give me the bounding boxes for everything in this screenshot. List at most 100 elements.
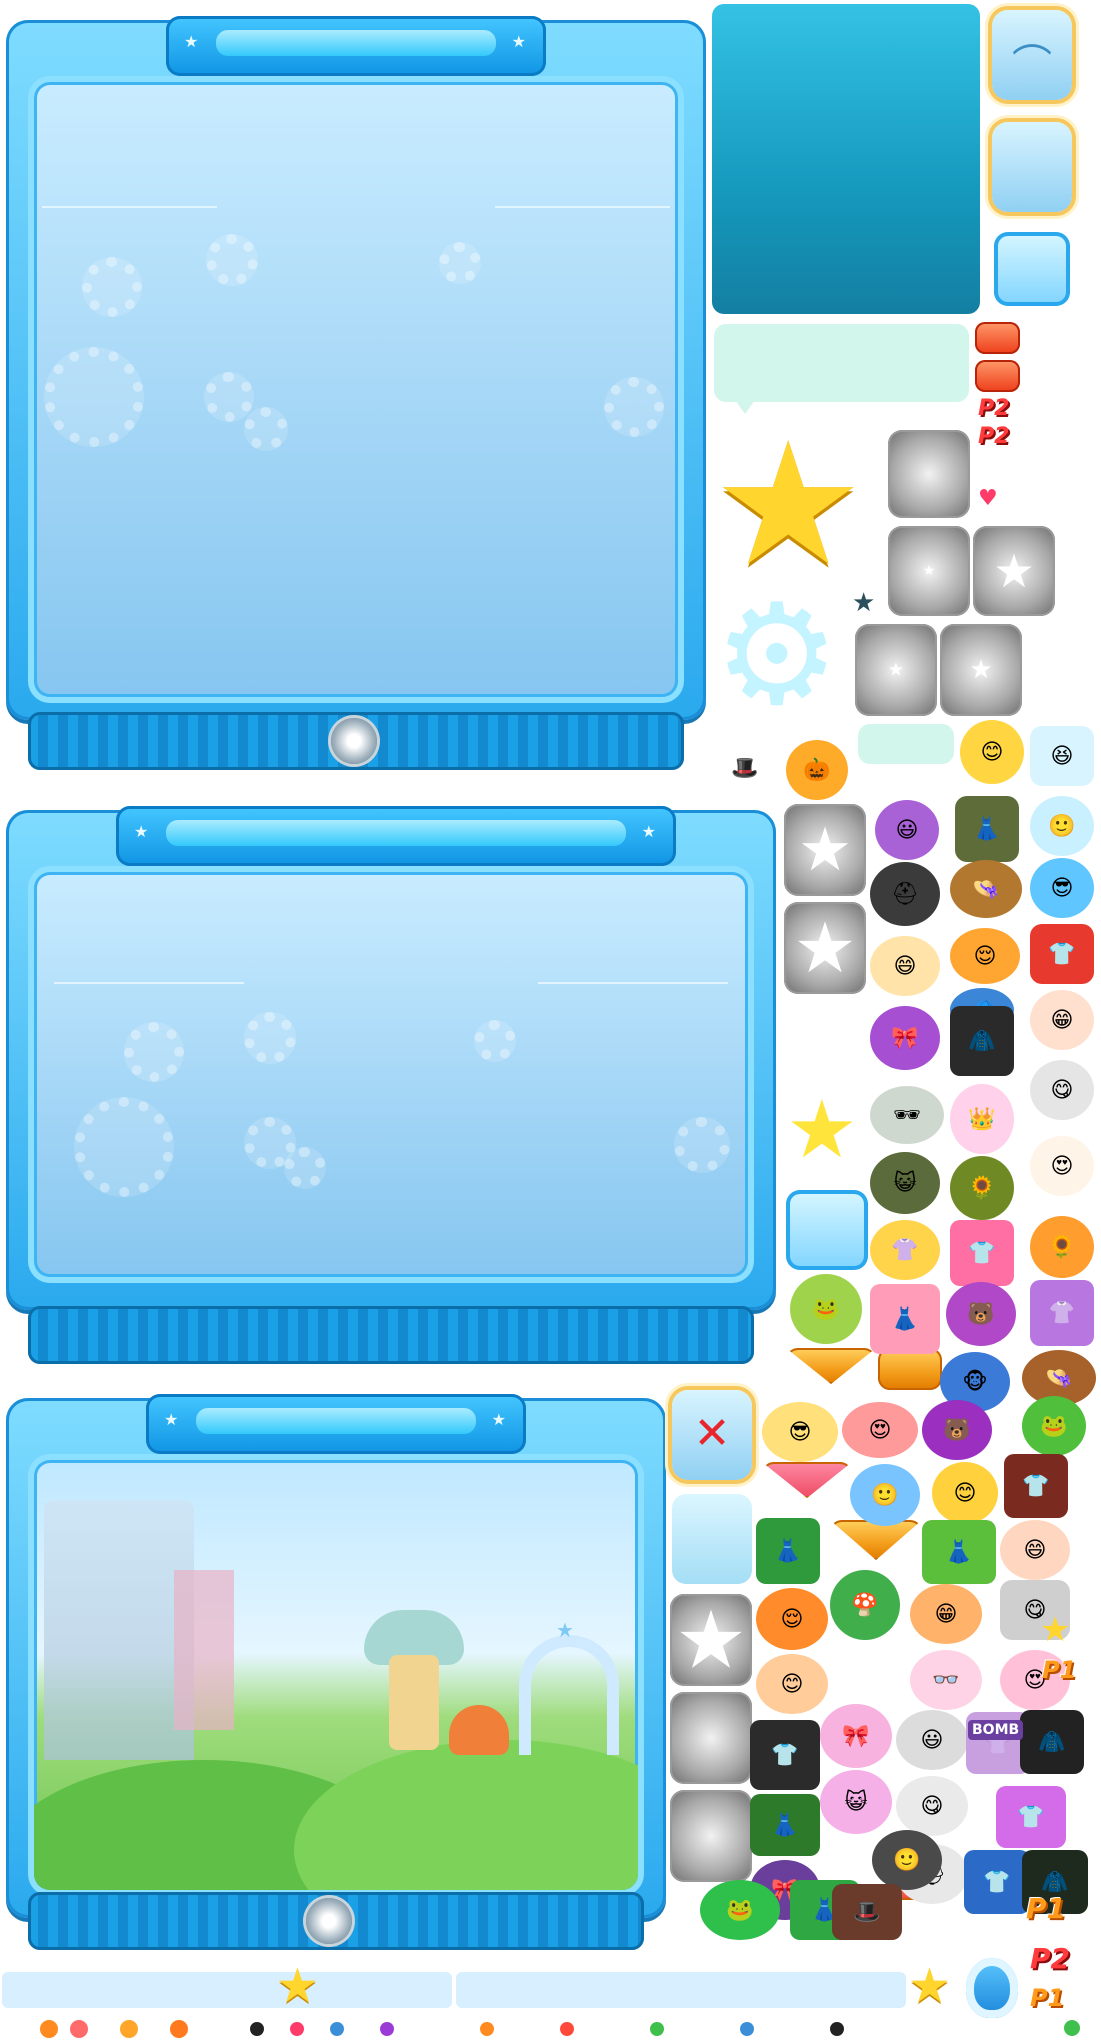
avatar-part[interactable]: 👒	[950, 860, 1022, 918]
panel-footer-bar	[28, 1306, 754, 1364]
palette-dot	[1064, 2020, 1080, 2036]
avatar-part[interactable]: 👗	[955, 796, 1019, 862]
avatar-part[interactable]: 🙂	[1030, 796, 1094, 856]
avatar-part[interactable]: 😌	[950, 928, 1020, 984]
avatar-part[interactable]: 👗	[756, 1518, 820, 1584]
green-hill	[294, 1740, 638, 1890]
avatar-part[interactable]: 🎩	[832, 1884, 902, 1940]
palette-dot	[650, 2022, 664, 2036]
gear-knob-icon[interactable]	[306, 1898, 352, 1944]
red-pill-button[interactable]	[975, 322, 1020, 354]
avatar-part[interactable]: 😎	[1030, 858, 1094, 918]
scenery-screen: ★	[34, 1460, 638, 1890]
avatar-part[interactable]: 🐻	[922, 1400, 992, 1460]
palette-dot	[830, 2022, 844, 2036]
progress-bar-track	[2, 1972, 452, 2008]
avatar-part[interactable]: 😊	[756, 1654, 828, 1714]
castle-illustration	[44, 1500, 194, 1760]
avatar-part-grid: 🎩 🎃 😊 😆 😃 👗 🙂 ⛑ 👒 😎 😌 👕 😄 🧢 😁 🎀 🧥 😋 🕶 👑 …	[700, 700, 1098, 1940]
wardrobe-button[interactable]: ⌒	[992, 10, 1072, 100]
avatar-part[interactable]: 🌻	[950, 1156, 1014, 1220]
palette-dot	[380, 2022, 394, 2036]
red-pill-button[interactable]	[975, 360, 1020, 392]
gear-knob-icon[interactable]	[331, 718, 377, 764]
avatar-part[interactable]: 🙂	[872, 1830, 942, 1890]
gray-star-tile[interactable]: ★	[888, 526, 970, 616]
star-icon: ★	[641, 822, 658, 841]
avatar-part[interactable]: 👚	[870, 1220, 940, 1280]
avatar-part[interactable]: 🌻	[1030, 1216, 1094, 1278]
panel-header-bar: ★ ★	[166, 16, 546, 76]
star-icon: ★	[491, 1410, 508, 1429]
avatar-part[interactable]: 😄	[870, 936, 940, 996]
avatar-part[interactable]: 🧥	[1020, 1710, 1084, 1774]
palette-dot	[740, 2022, 754, 2036]
gray-tile[interactable]	[888, 430, 970, 518]
star-icon: ★	[556, 1618, 574, 1642]
gear-icon	[204, 372, 254, 422]
avatar-part[interactable]: 👕	[750, 1720, 820, 1790]
avatar-part[interactable]: 😊	[932, 1462, 998, 1524]
avatar-part[interactable]: 😁	[1030, 990, 1094, 1050]
avatar-part[interactable]: 😄	[1000, 1520, 1070, 1580]
palette-dot	[170, 2020, 188, 2038]
p2-label: P2	[978, 424, 1010, 449]
avatar-part[interactable]: 🎀	[820, 1704, 892, 1768]
palette-dot	[480, 2022, 494, 2036]
avatar-part[interactable]: 😍	[1030, 1136, 1094, 1196]
avatar-part[interactable]: 🐸	[700, 1880, 780, 1940]
avatar-part[interactable]: 🙂	[850, 1464, 920, 1526]
avatar-part[interactable]: 😁	[910, 1584, 982, 1644]
avatar-part[interactable]: 🍄	[830, 1570, 900, 1640]
gear-icon	[206, 234, 258, 286]
avatar-part[interactable]: 😍	[842, 1402, 918, 1458]
star-outline-icon: ★	[712, 406, 865, 604]
avatar-part[interactable]: 👗	[750, 1794, 820, 1856]
gear-icon	[74, 1097, 174, 1197]
avatar-part[interactable]: 🎀	[870, 1006, 940, 1070]
avatar-part[interactable]: 😎	[762, 1402, 838, 1462]
avatar-part[interactable]: 🧥	[950, 1006, 1014, 1076]
gray-star-tile[interactable]: ★	[973, 526, 1055, 616]
rainbow-arch	[519, 1635, 619, 1755]
avatar-part[interactable]: 👗	[922, 1520, 996, 1584]
avatar-part[interactable]: ⛑	[870, 862, 940, 926]
avatar-part[interactable]: 👕	[950, 1220, 1014, 1286]
avatar-part[interactable]: 👕	[1030, 924, 1094, 984]
panel-screen	[34, 872, 748, 1277]
avatar-part[interactable]: 👓	[910, 1650, 982, 1710]
star-small-icon: ★	[852, 588, 876, 618]
avatar-part[interactable]: 😌	[756, 1588, 828, 1650]
avatar-part[interactable]: 👑	[950, 1084, 1014, 1154]
avatar-part[interactable]: 🎩	[710, 738, 780, 798]
avatar-part[interactable]: 😋	[896, 1776, 968, 1836]
avatar-part[interactable]: 😆	[1030, 726, 1094, 786]
palette-dot	[120, 2020, 138, 2038]
palette-dot	[70, 2020, 88, 2038]
hanger-icon: ⌒	[1012, 42, 1052, 88]
avatar-part[interactable]: 😺	[820, 1770, 892, 1834]
blue-square-button[interactable]	[994, 232, 1070, 306]
avatar-part[interactable]: 😋	[1030, 1060, 1094, 1120]
gear-icon	[244, 407, 288, 451]
avatar-part[interactable]: 👕	[996, 1786, 1066, 1848]
avatar-part[interactable]: 🎃	[786, 740, 848, 800]
dialog-frame-scenery: ★ ★ ★	[6, 1394, 666, 1950]
gear-icon	[604, 377, 664, 437]
panel-header-bar: ★ ★	[146, 1394, 526, 1454]
avatar-part[interactable]: 👚	[1030, 1280, 1094, 1346]
p1-label: P1	[1042, 1656, 1077, 1684]
avatar-part[interactable]: 👕	[964, 1850, 1030, 1914]
avatar-part[interactable]: 👕	[1004, 1454, 1068, 1518]
empty-slot-frame[interactable]	[992, 122, 1072, 212]
avatar-part[interactable]: 😺	[870, 1152, 940, 1214]
avatar-part[interactable]: 😃	[875, 800, 939, 860]
avatar-part[interactable]: 😊	[960, 720, 1024, 784]
avatar-part[interactable]: 👗	[870, 1284, 940, 1354]
avatar-part[interactable]: 🐻	[946, 1282, 1016, 1346]
avatar-part[interactable]: 🕶	[870, 1086, 944, 1144]
avatar-part[interactable]: 🐸	[790, 1274, 862, 1344]
star-icon: ★	[276, 1958, 320, 2014]
avatar-part[interactable]: 😃	[896, 1710, 968, 1770]
avatar-part[interactable]: 🐸	[1022, 1396, 1086, 1456]
